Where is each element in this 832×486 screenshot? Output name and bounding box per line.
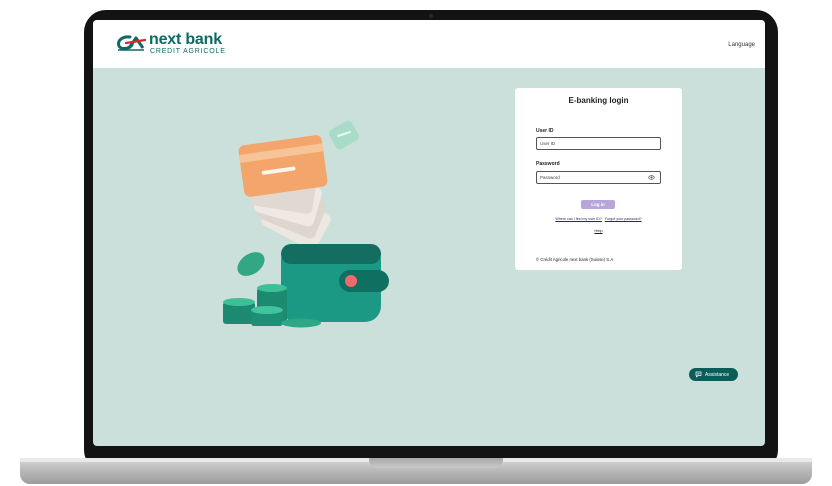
coin-top [257, 284, 287, 292]
assistance-label: Assistance [705, 371, 730, 378]
coin-top [251, 306, 283, 314]
password-input[interactable] [540, 173, 640, 182]
copyright: © Crédit Agricole next bank (Suisse) S.A [536, 257, 614, 262]
forgot-password-link[interactable]: Forgot your password? [605, 217, 642, 221]
language-selector[interactable]: Language [728, 42, 755, 48]
chat-bubble-icon [695, 371, 702, 378]
wallet-cards-illustration [223, 120, 389, 328]
login-title: E-banking login [568, 96, 629, 105]
login-button[interactable]: Log in [581, 200, 615, 209]
credit-agricole-logo-icon [117, 35, 146, 51]
screen: next bank CREDIT AGRICOLE Language E-ban… [93, 20, 765, 446]
login-card: E-banking login User ID Password Log in … [515, 88, 682, 270]
laptop-notch [369, 458, 503, 468]
assistance-button[interactable]: Assistance [689, 368, 738, 381]
logo-subtitle: CREDIT AGRICOLE [150, 48, 226, 55]
laptop-base [20, 458, 812, 484]
help-link[interactable]: Help [515, 228, 682, 233]
stage: next bank CREDIT AGRICOLE Language E-ban… [0, 0, 832, 486]
coin [237, 252, 265, 276]
find-user-id-link[interactable]: Where can I find my user ID? [555, 217, 602, 221]
header: next bank CREDIT AGRICOLE Language [93, 20, 765, 68]
laptop-camera [429, 14, 433, 18]
user-id-field[interactable] [536, 137, 661, 150]
user-id-label: User ID [536, 128, 554, 134]
password-field[interactable] [536, 171, 661, 184]
coin [281, 318, 321, 328]
help-links-row: Where can I find my user ID? Forgot your … [515, 217, 682, 221]
check-badge [329, 120, 359, 150]
user-id-input[interactable] [540, 139, 640, 148]
password-label: Password [536, 161, 560, 167]
eye-icon[interactable] [648, 175, 655, 180]
wallet-top-edge [281, 244, 381, 264]
coin-top [223, 298, 255, 306]
logo-name: next bank [149, 31, 222, 48]
wallet-button [345, 275, 357, 287]
